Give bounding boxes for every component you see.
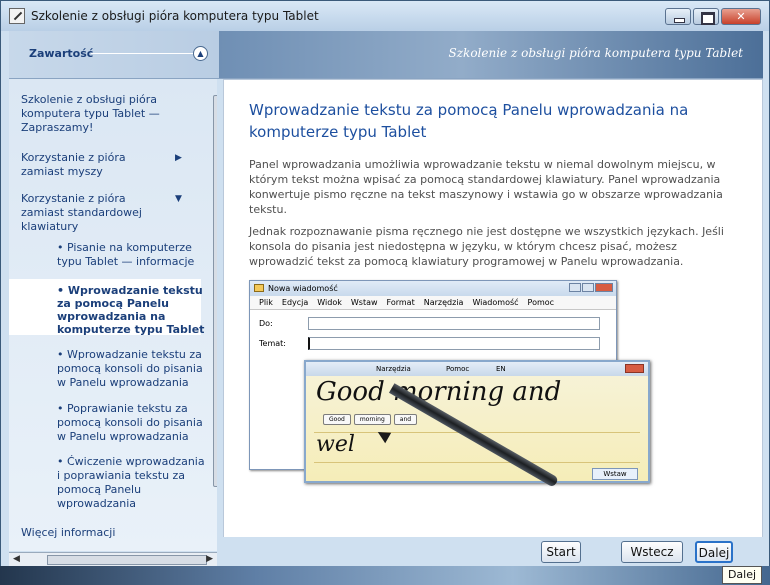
scroll-left-icon[interactable]: ◀ <box>13 554 20 564</box>
input-panel-toolbar: Narzędzia Pomoc EN <box>306 362 648 376</box>
menu-item: Widok <box>317 298 342 307</box>
menu-item: Edycja <box>281 298 309 307</box>
sidebar-item-pen-as-mouse[interactable]: Korzystanie z pióra zamiast myszy <box>21 151 171 179</box>
email-icon <box>254 284 264 292</box>
subject-field-image <box>308 337 600 350</box>
email-menu-bar: Plik Edycja Widok Wstaw Format Narzędzia… <box>250 296 616 310</box>
input-panel-image: Narzędzia Pomoc EN Good morning and Good… <box>304 360 650 483</box>
minimize-button[interactable] <box>665 8 691 25</box>
vertical-scrollbar[interactable] <box>211 93 217 493</box>
contents-label: Zawartość <box>29 47 94 60</box>
email-title-bar: Nowa wiadomość <box>250 281 616 296</box>
collapse-contents-button[interactable]: ▲ <box>193 46 208 61</box>
suggestion-button: Good <box>323 414 351 425</box>
banner-title: Szkolenie z obsługi pióra komputera typu… <box>448 46 743 60</box>
suggestion-button: and <box>393 414 418 425</box>
paragraph: Panel wprowadzania umożliwia wprowadzani… <box>249 158 723 216</box>
divider <box>91 53 195 54</box>
menu-item: Narzędzia <box>423 298 464 307</box>
menu-item: Plik <box>259 298 273 307</box>
menu-item: Pomoc <box>527 298 555 307</box>
scroll-right-icon[interactable]: ▶ <box>206 554 213 564</box>
sidebar-item-label: Korzystanie z pióra zamiast standardowej… <box>21 192 142 233</box>
title-bar: Szkolenie z obsługi pióra komputera typu… <box>1 1 769 31</box>
header-banner: Zawartość ▲ Szkolenie z obsługi pióra ko… <box>9 31 763 79</box>
sidebar-subitem-active[interactable]: • Wprowadzanie tekstu za pomocą Panelu w… <box>57 284 205 336</box>
expand-arrow-icon[interactable]: ▶ <box>175 151 182 165</box>
maximize-button[interactable] <box>693 8 719 25</box>
back-button[interactable]: Wstecz <box>621 541 683 563</box>
handwriting-line-2: wel <box>316 432 355 457</box>
writing-line <box>314 462 640 463</box>
to-field-image <box>308 317 600 330</box>
input-panel-illustration: Nowa wiadomość Plik Edycja Widok Wstaw F… <box>249 280 650 500</box>
menu-item: Format <box>386 298 415 307</box>
to-label: Do: <box>259 319 273 328</box>
paragraph: Jednak rozpoznawanie pisma ręcznego nie … <box>249 225 724 268</box>
suggestion-bar: Good morning and <box>323 414 418 425</box>
window-title: Szkolenie z obsługi pióra komputera typu… <box>31 9 319 23</box>
sidebar-subitem[interactable]: • Pisanie na komputerze typu Tablet — in… <box>57 241 207 269</box>
sidebar-subitem[interactable]: • Ćwiczenie wprowadzania i poprawiania t… <box>57 455 207 511</box>
sidebar-subitem[interactable]: • Wprowadzanie tekstu za pomocą konsoli … <box>57 348 207 390</box>
content-panel: Wprowadzanie tekstu za pomocą Panelu wpr… <box>223 79 763 551</box>
more-info-link[interactable]: Więcej informacji <box>21 526 115 539</box>
suggestion-button: morning <box>353 414 391 425</box>
desktop-background <box>0 566 770 585</box>
next-button[interactable]: Dalej <box>695 541 733 563</box>
close-button[interactable] <box>721 8 761 25</box>
sidebar-subitem[interactable]: • Poprawianie tekstu za pomocą konsoli d… <box>57 402 207 444</box>
subject-label: Temat: <box>259 339 286 348</box>
menu-item: EN <box>496 365 506 373</box>
menu-item: Narzędzia <box>376 365 411 373</box>
window-controls <box>665 8 761 25</box>
input-panel-close-icon <box>625 364 644 373</box>
navigation-bar: Start Wstecz Dalej <box>217 537 763 567</box>
collapse-arrow-icon[interactable]: ▼ <box>175 192 182 206</box>
email-window-controls <box>569 283 613 292</box>
handwriting-line-1: Good morning and <box>316 377 562 407</box>
sidebar-item-pen-as-keyboard[interactable]: Korzystanie z pióra zamiast standardowej… <box>21 192 171 234</box>
application-window: Szkolenie z obsługi pióra komputera typu… <box>0 0 770 585</box>
sidebar-item-label: Korzystanie z pióra zamiast myszy <box>21 151 126 178</box>
menu-item: Pomoc <box>446 365 470 373</box>
email-title: Nowa wiadomość <box>268 284 338 293</box>
start-button[interactable]: Start <box>541 541 581 563</box>
insert-button-image: Wstaw <box>592 468 638 480</box>
sidebar-item-welcome[interactable]: Szkolenie z obsługi pióra komputera typu… <box>21 93 189 135</box>
next-tooltip: Dalej <box>722 566 762 584</box>
menu-item: Wstaw <box>350 298 378 307</box>
sidebar-item-label: Szkolenie z obsługi pióra komputera typu… <box>21 93 160 134</box>
menu-item: Wiadomość <box>472 298 519 307</box>
contents-sidebar: Szkolenie z obsługi pióra komputera typu… <box>9 79 217 551</box>
scroll-thumb[interactable] <box>213 95 217 487</box>
horizontal-scrollbar[interactable]: ◀ ▶ <box>9 552 217 567</box>
page-title: Wprowadzanie tekstu za pomocą Panelu wpr… <box>249 101 689 141</box>
app-icon <box>9 8 25 24</box>
scroll-thumb[interactable] <box>47 555 207 565</box>
